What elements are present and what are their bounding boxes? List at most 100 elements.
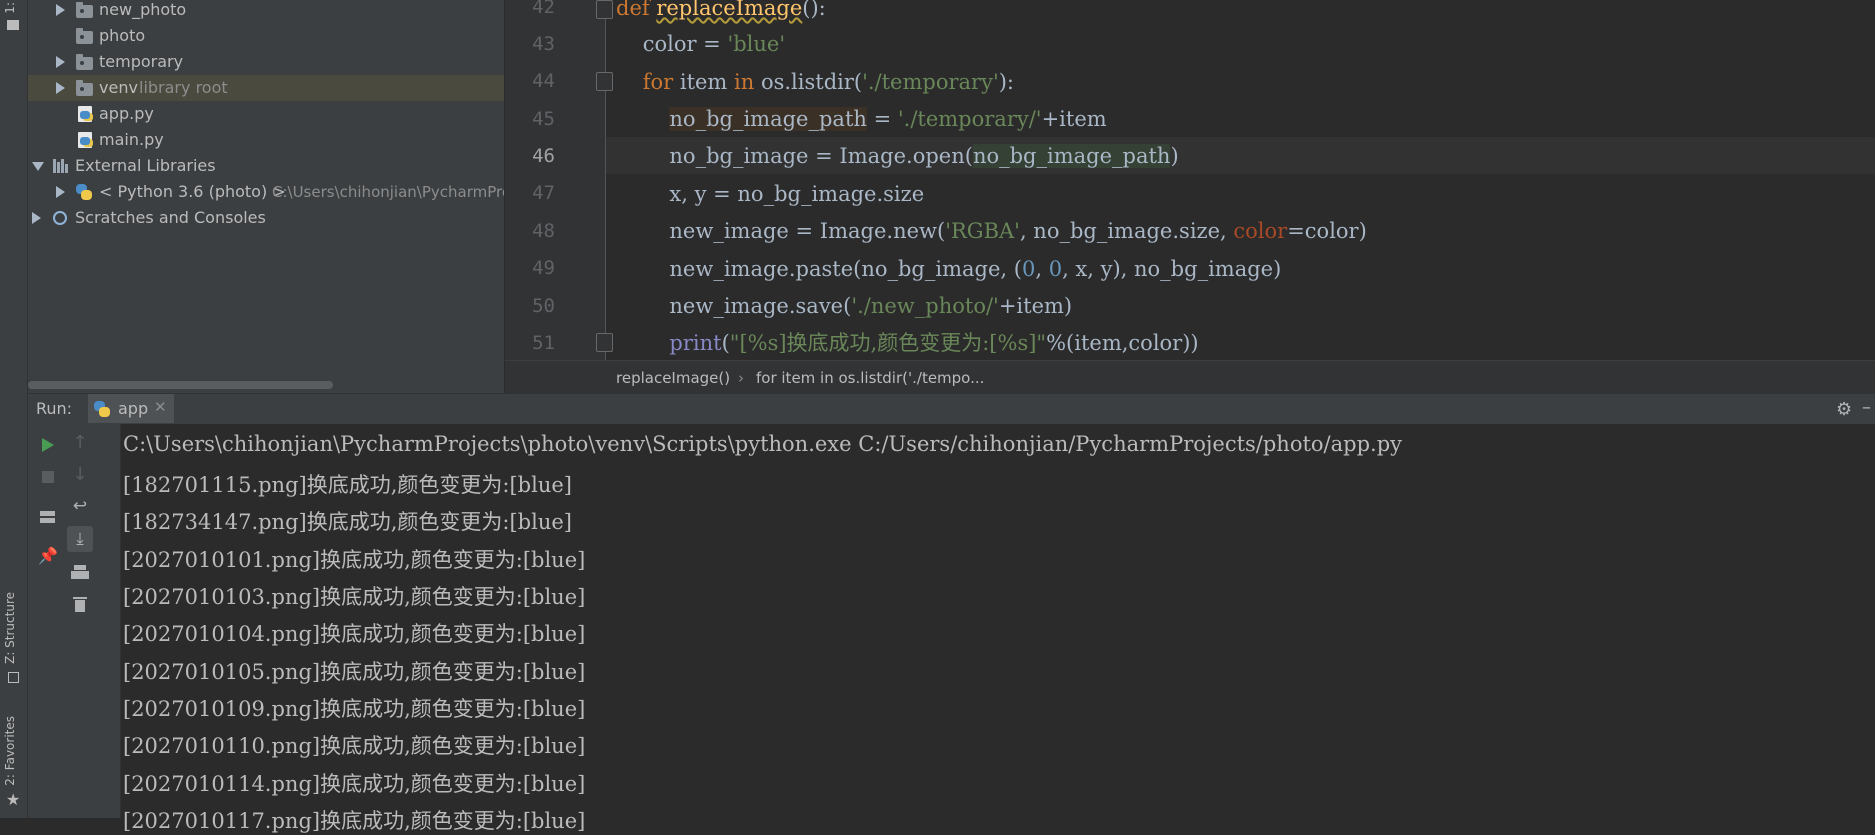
console-line: [2027010117.png]换底成功,颜色变更为:[blue] — [123, 809, 586, 833]
console-line: [2027010103.png]换底成功,颜色变更为:[blue] — [123, 585, 586, 609]
structure-tool-tab[interactable]: Z: Structure — [3, 592, 17, 664]
gear-icon[interactable]: ⚙ — [1836, 399, 1852, 420]
collapse-arrow-icon[interactable] — [32, 162, 44, 171]
line-number: 42 — [532, 0, 555, 18]
structure-icon — [8, 672, 19, 683]
libraries-icon — [53, 159, 69, 173]
console-line: [2027010109.png]换底成功,颜色变更为:[blue] — [123, 697, 586, 721]
tree-item-new-photo[interactable]: new_photo — [28, 0, 504, 23]
fold-marker-icon[interactable] — [596, 0, 613, 19]
scroll-to-end-icon[interactable]: ⤓ — [67, 526, 93, 552]
code-line: x, y = no_bg_image.size — [616, 182, 925, 206]
scratches-icon — [53, 211, 67, 225]
sdk-path-label: C:\Users\chihonjian\PycharmPro — [272, 183, 504, 201]
run-tab-label: app — [118, 399, 149, 418]
tree-item-venv[interactable]: venv library root — [28, 75, 504, 101]
tree-item-label: < Python 3.6 (photo) > — [99, 182, 286, 201]
line-number: 45 — [532, 108, 555, 130]
code-line: def replaceImage(): — [616, 0, 826, 20]
code-line: new_image.save('./new_photo/'+item) — [616, 294, 1073, 318]
folder-icon — [76, 28, 93, 44]
console-line: [2027010114.png]换底成功,颜色变更为:[blue] — [123, 772, 586, 796]
line-number: 43 — [532, 33, 555, 55]
line-number: 50 — [532, 295, 555, 317]
pin-icon[interactable]: 📌 — [37, 546, 59, 568]
expand-arrow-icon[interactable] — [56, 4, 65, 16]
breadcrumb-item-function[interactable]: replaceImage() — [616, 369, 730, 387]
folder-icon — [7, 20, 19, 30]
tree-item-label: new_photo — [99, 0, 187, 19]
fold-marker-icon[interactable] — [596, 72, 613, 91]
tree-item-label: photo — [99, 26, 146, 45]
tree-item-scratches[interactable]: Scratches and Consoles — [28, 205, 504, 231]
favorites-tab-label: 2: Favorites — [3, 716, 17, 786]
run-tab-app[interactable]: app ✕ — [88, 394, 174, 423]
project-tool-tab[interactable]: 1: — [3, 2, 17, 14]
tree-item-label: venv — [99, 78, 138, 97]
line-number: 47 — [532, 182, 555, 204]
down-arrow-icon[interactable]: ↓ — [69, 464, 91, 486]
tree-item-label: External Libraries — [75, 156, 216, 175]
tree-item-external-libraries[interactable]: External Libraries — [28, 153, 504, 179]
breadcrumb-item-loop[interactable]: for item in os.listdir('./tempo... — [756, 369, 984, 387]
expand-arrow-icon[interactable] — [56, 186, 65, 198]
stop-icon[interactable] — [37, 466, 59, 488]
expand-arrow-icon[interactable] — [56, 82, 65, 94]
rerun-icon[interactable] — [37, 434, 59, 456]
python-file-icon — [78, 132, 92, 148]
horizontal-scrollbar[interactable] — [28, 381, 333, 389]
console-line: [2027010110.png]换底成功,颜色变更为:[blue] — [123, 734, 586, 758]
code-line: no_bg_image = Image.open(no_bg_image_pat… — [616, 144, 1179, 168]
console-line: [182734147.png]换底成功,颜色变更为:[blue] — [123, 510, 572, 534]
favorites-tool-tab[interactable]: 2: Favorites — [3, 716, 17, 786]
line-number: 48 — [532, 220, 555, 242]
tree-item-label: Scratches and Consoles — [75, 208, 266, 227]
console-line: C:\Users\chihonjian\PycharmProjects\phot… — [123, 432, 1403, 456]
code-line: no_bg_image_path = './temporary/'+item — [669, 107, 1107, 131]
python-file-icon — [78, 106, 92, 122]
run-tool-header — [28, 393, 1875, 425]
folder-icon — [76, 2, 93, 18]
project-tree: new_photo photo temporary venv library r… — [28, 0, 504, 393]
console-line: [2027010105.png]换底成功,颜色变更为:[blue] — [123, 660, 586, 684]
code-line: color = 'blue' — [616, 32, 786, 56]
tree-item-temporary[interactable]: temporary — [28, 49, 504, 75]
code-line: new_image.paste(no_bg_image, (0, 0, x, y… — [616, 257, 1282, 281]
library-root-label: library root — [139, 78, 228, 97]
folder-icon — [76, 54, 93, 70]
python-icon — [94, 401, 110, 417]
minimize-icon[interactable]: – — [1862, 397, 1871, 418]
tree-item-label: app.py — [99, 104, 154, 123]
up-arrow-icon[interactable]: ↑ — [69, 432, 91, 454]
close-icon[interactable]: ✕ — [154, 398, 167, 416]
left-tool-strip: 1: Z: Structure 2: Favorites ★ — [0, 0, 28, 818]
layout-icon[interactable] — [37, 506, 59, 528]
python-icon — [76, 184, 92, 200]
tree-item-main-py[interactable]: main.py — [28, 127, 504, 153]
line-number: 49 — [532, 257, 555, 279]
run-label: Run: — [36, 399, 73, 418]
trash-icon[interactable] — [69, 594, 91, 616]
code-line: for item in os.listdir('./temporary'): — [642, 70, 1014, 94]
code-line: print("[%s]换底成功,颜色变更为:[%s]"%(item,color)… — [669, 331, 1199, 355]
code-line: new_image = Image.new('RGBA', no_bg_imag… — [616, 219, 1367, 243]
tree-item-photo[interactable]: photo — [28, 23, 504, 49]
structure-tab-label: Z: Structure — [3, 592, 17, 664]
line-number: 44 — [532, 70, 555, 92]
fold-marker-icon[interactable] — [596, 333, 613, 352]
console-line: [2027010101.png]换底成功,颜色变更为:[blue] — [123, 548, 586, 572]
tree-item-label: main.py — [99, 130, 164, 149]
tree-item-label: temporary — [99, 52, 184, 71]
run-toolbar: 📌 ↑ ↓ ↩ ⤓ — [28, 424, 121, 818]
tree-item-python-sdk[interactable]: < Python 3.6 (photo) > C:\Users\chihonji… — [28, 179, 504, 205]
line-number-current: 46 — [532, 145, 555, 167]
breadcrumb: replaceImage() › for item in os.listdir(… — [505, 360, 1875, 394]
tree-item-app-py[interactable]: app.py — [28, 101, 504, 127]
print-icon[interactable] — [69, 562, 91, 584]
project-tab-label: 1: — [3, 2, 17, 14]
console-line: [2027010104.png]换底成功,颜色变更为:[blue] — [123, 622, 586, 646]
star-icon: ★ — [6, 790, 21, 809]
expand-arrow-icon[interactable] — [32, 212, 41, 224]
soft-wrap-icon[interactable]: ↩ — [69, 496, 91, 518]
expand-arrow-icon[interactable] — [56, 56, 65, 68]
